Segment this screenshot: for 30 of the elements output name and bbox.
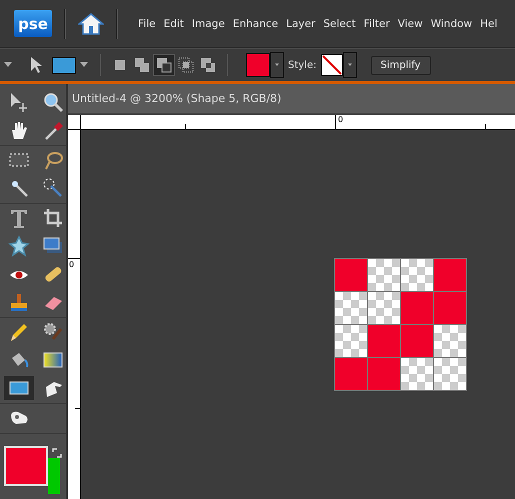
caret-icon[interactable] [275,62,279,68]
ruler-label: 0 [69,260,74,269]
simplify-button[interactable]: Simplify [370,56,431,74]
shape-mode-icon[interactable] [153,54,175,76]
foreground-color-swatch[interactable] [4,446,48,486]
menu-item[interactable]: Filter [360,18,394,30]
menu-item[interactable]: Window [426,18,476,30]
style-label: Style: [288,60,316,70]
shape-picker[interactable] [52,56,76,74]
menu-item[interactable]: View [394,18,427,30]
shape-tool-icon[interactable] [4,376,34,400]
menu-item[interactable]: Edit [160,18,188,30]
app-logo: pse [14,10,52,37]
menu-item[interactable]: File [134,18,160,30]
caret-icon[interactable] [4,62,12,68]
ruler-label: 0 [338,115,344,124]
background-color-swatch[interactable] [48,458,60,494]
caret-icon[interactable] [348,62,352,68]
menu-item[interactable]: Layer [282,18,320,30]
document-title: Untitled-4 @ 3200% (Shape 5, RGB/8) [68,84,515,115]
menu-item[interactable]: Hel [476,18,502,30]
color-swatch[interactable] [246,53,270,77]
caret-icon[interactable] [80,62,88,68]
menu-item[interactable]: Enhance [228,18,282,30]
menu-item[interactable]: Select [319,18,360,30]
swap-icon[interactable] [52,448,62,458]
home-icon[interactable] [78,12,104,36]
menu-item[interactable]: Image [188,18,229,30]
no-style-icon[interactable] [320,54,342,76]
pointer-icon[interactable] [30,56,44,74]
